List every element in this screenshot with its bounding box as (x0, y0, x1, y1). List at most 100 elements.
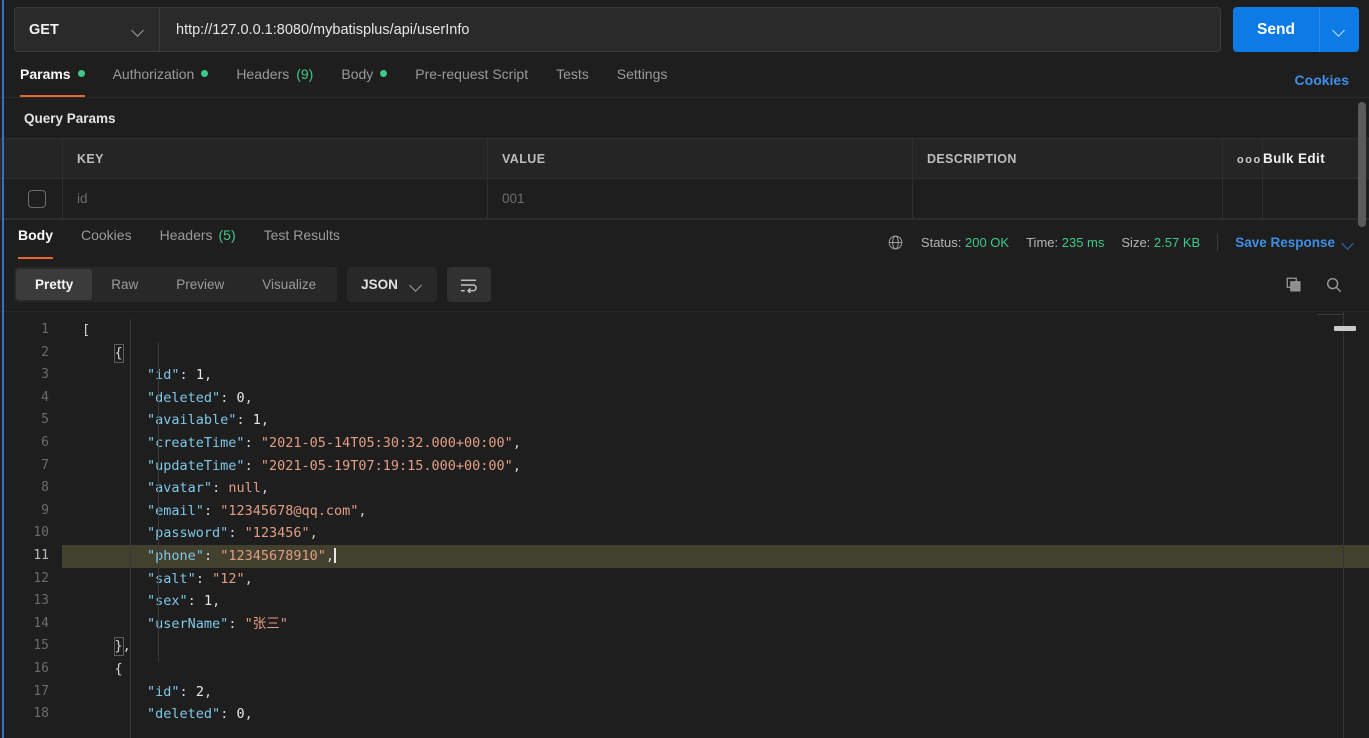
code-line[interactable]: "id": 1, (62, 364, 1369, 387)
code-line[interactable]: "phone": "12345678910", (62, 544, 1369, 568)
code-line[interactable]: [ (62, 319, 1369, 342)
code-line[interactable]: "available": 1, (62, 409, 1369, 432)
code-token: : (179, 367, 196, 384)
code-line[interactable]: "email": "12345678@qq.com", (62, 500, 1369, 523)
row-checkbox[interactable] (28, 189, 46, 208)
code-token: "12345678@qq.com" (220, 502, 359, 519)
code-line[interactable]: "userName": "张三" (62, 613, 1369, 636)
search-button[interactable] (1325, 276, 1343, 294)
code-token: , (512, 434, 521, 451)
http-method-select[interactable]: GET (15, 8, 160, 51)
copy-button[interactable] (1285, 276, 1303, 294)
request-url-bar: GET Send (0, 0, 1369, 59)
code-token: 2 (195, 683, 204, 700)
code-line[interactable]: "id": 2, (62, 681, 1369, 704)
code-token: null (228, 480, 261, 497)
code-line[interactable]: { (62, 658, 1369, 681)
word-wrap-button[interactable] (446, 267, 491, 302)
code-token: , (244, 389, 253, 406)
tab-count: (5) (218, 227, 236, 243)
tab-label: Authorization (112, 65, 195, 82)
header-checkbox-col (0, 138, 63, 179)
bulk-edit-button[interactable]: Bulk Edit (1262, 138, 1369, 179)
code-token: "张三" (244, 615, 288, 632)
tab-settings[interactable]: Settings (603, 59, 682, 97)
code-token: 0 (236, 389, 245, 406)
view-mode-raw[interactable]: Raw (92, 269, 157, 300)
response-body-viewer[interactable]: 1 2 3 4 5 6 7 8 9 10 11 12 13 14 15 16 17 18 [ { "id": 1,… (0, 311, 1369, 738)
view-mode-pretty[interactable]: Pretty (16, 269, 93, 300)
tab-params[interactable]: Params (14, 59, 99, 97)
row-key-cell[interactable]: id (62, 178, 488, 219)
code-token: : (212, 480, 229, 497)
chevron-down-icon (411, 281, 423, 288)
view-mode-visualize[interactable]: Visualize (243, 269, 335, 300)
send-button[interactable]: Send (1233, 7, 1319, 52)
code-token: : (195, 570, 213, 587)
code-line[interactable]: "deleted": 0, (62, 387, 1369, 410)
editor-scrollbar-thumb[interactable] (1334, 326, 1356, 331)
tab-authorization[interactable]: Authorization (99, 59, 223, 97)
cookies-link[interactable]: Cookies (1295, 72, 1355, 97)
code-line[interactable]: }, (62, 635, 1369, 658)
format-select[interactable]: JSON (347, 267, 437, 302)
tab-headers[interactable]: Headers (9) (222, 59, 327, 97)
query-params-title: Query Params (0, 97, 1369, 138)
line-number: 13 (33, 593, 49, 609)
tab-body[interactable]: Body (327, 59, 401, 97)
response-tab-body[interactable]: Body (14, 220, 67, 259)
line-number: 4 (41, 389, 49, 405)
code-content[interactable]: [ { "id": 1, "deleted": 0, "available": … (62, 312, 1369, 738)
code-token: , (244, 570, 253, 587)
row-value-cell[interactable]: 001 (487, 178, 913, 219)
code-line[interactable]: "deleted": 0, (62, 703, 1369, 726)
line-number: 5 (41, 412, 49, 428)
time-value: 235 ms (1061, 234, 1105, 250)
response-tab-test-results[interactable]: Test Results (250, 220, 354, 259)
table-row: id 001 (0, 178, 1369, 219)
header-more-options[interactable]: ooo (1222, 138, 1263, 179)
tab-tests[interactable]: Tests (542, 59, 603, 97)
code-token: , (260, 480, 269, 497)
request-url-input[interactable] (160, 8, 1220, 51)
line-number: 17 (33, 683, 49, 699)
line-number: 15 (33, 638, 49, 654)
tab-pre-request-script[interactable]: Pre-request Script (401, 59, 542, 97)
code-line[interactable]: "salt": "12", (62, 568, 1369, 591)
response-tab-headers[interactable]: Headers (5) (146, 220, 250, 259)
code-token: "id" (147, 683, 180, 700)
chevron-down-icon (1343, 239, 1355, 246)
code-token: "2021-05-19T07:19:15.000+00:00" (260, 457, 513, 474)
copy-icon (1286, 277, 1301, 291)
row-description-cell[interactable] (912, 178, 1223, 219)
status-dot-icon (201, 70, 209, 77)
send-options-button[interactable] (1319, 7, 1359, 52)
query-params-section: Query Params KEY VALUE DESCRIPTION ooo B… (0, 97, 1369, 227)
code-line[interactable]: "createTime": "2021-05-14T05:30:32.000+0… (62, 432, 1369, 455)
code-token: , (309, 525, 318, 542)
code-line[interactable]: "password": "123456", (62, 522, 1369, 545)
tab-count: (9) (296, 65, 314, 82)
response-tab-cookies[interactable]: Cookies (67, 220, 146, 259)
code-token: "updateTime" (147, 457, 245, 474)
code-token: : (220, 706, 237, 723)
status-group: Status: 200 OK (921, 235, 1009, 250)
line-number: 7 (41, 457, 49, 473)
code-line[interactable]: "avatar": null, (62, 477, 1369, 500)
code-line[interactable]: { (62, 342, 1369, 365)
code-line[interactable]: "updateTime": "2021-05-19T07:19:15.000+0… (62, 455, 1369, 478)
view-mode-preview[interactable]: Preview (157, 269, 243, 300)
row-checkbox-cell (0, 178, 63, 219)
params-scrollbar-thumb[interactable] (1358, 102, 1366, 227)
line-number: 10 (33, 525, 49, 541)
table-header-row: KEY VALUE DESCRIPTION ooo Bulk Edit (0, 138, 1369, 179)
code-line[interactable]: "sex": 1, (62, 590, 1369, 613)
save-response-button[interactable]: Save Response (1235, 235, 1355, 250)
